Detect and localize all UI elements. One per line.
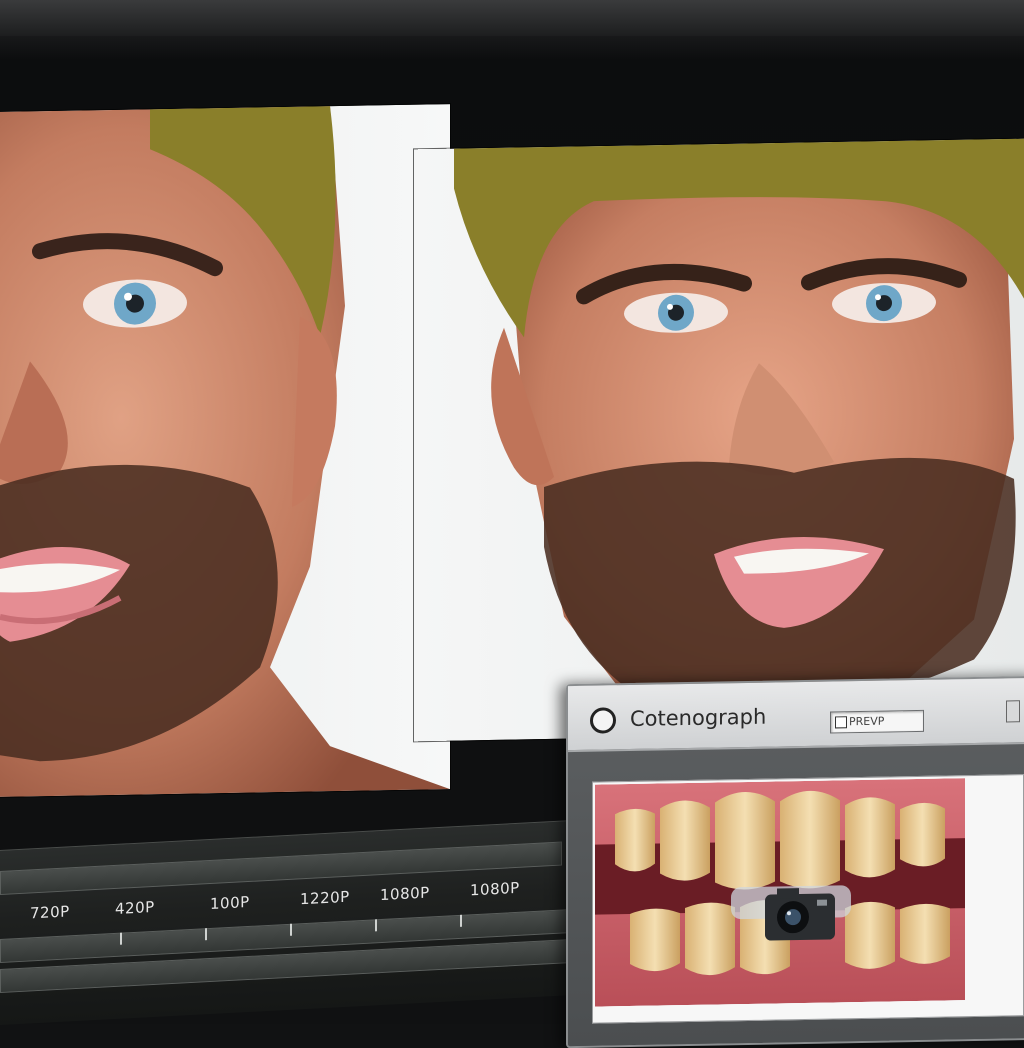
- monitor-top-bezel: [0, 0, 1024, 36]
- face-image-right: [414, 138, 1024, 742]
- timeline-marker[interactable]: [460, 914, 462, 927]
- resolution-label-6[interactable]: 1080P: [470, 879, 520, 900]
- timeline-marker[interactable]: [120, 932, 122, 945]
- dental-image: [595, 778, 965, 1007]
- video-preview-left[interactable]: [0, 104, 450, 797]
- resolution-label-1[interactable]: 720P: [30, 902, 70, 922]
- dialog-titlebar[interactable]: Cotenograph PREVP: [568, 677, 1024, 753]
- resolution-label-2[interactable]: 420P: [115, 898, 155, 918]
- timeline-panel[interactable]: 720P 420P 100P 1220P 1080P 1080P: [0, 819, 590, 1025]
- video-preview-right[interactable]: [414, 138, 1024, 742]
- resolution-label-5[interactable]: 1080P: [380, 883, 430, 904]
- dialog-preview-panel: [592, 774, 1024, 1024]
- preview-checkbox-field[interactable]: PREVP: [830, 709, 924, 734]
- dental-image-preview: [595, 778, 965, 1007]
- timeline-marker[interactable]: [205, 928, 207, 941]
- resolution-label-3[interactable]: 100P: [210, 893, 250, 913]
- window-control-button[interactable]: [1006, 700, 1020, 723]
- radio-icon[interactable]: [590, 707, 616, 734]
- resolution-label-4[interactable]: 1220P: [300, 888, 350, 909]
- face-image-left: [0, 104, 450, 797]
- preview-checkbox[interactable]: [835, 716, 847, 729]
- cotenograph-dialog[interactable]: Cotenograph PREVP: [566, 675, 1024, 1048]
- dialog-title: Cotenograph: [630, 704, 767, 732]
- timeline-marker[interactable]: [290, 923, 292, 936]
- preview-label: PREVP: [849, 714, 885, 729]
- timeline-marker[interactable]: [375, 919, 377, 932]
